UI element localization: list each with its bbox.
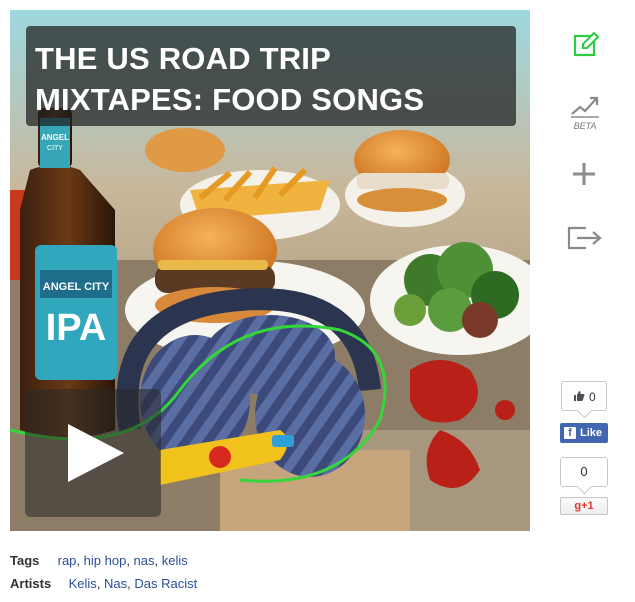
export-icon[interactable]	[566, 224, 604, 252]
artists-row: Artists Kelis, Nas, Das Racist	[10, 576, 198, 591]
tag-link[interactable]: nas	[134, 553, 155, 568]
gplus-button[interactable]: g+1	[560, 497, 608, 515]
svg-text:CITY: CITY	[47, 145, 63, 152]
tags-row: Tags rap, hip hop, nas, kelis	[10, 553, 188, 568]
tag-link[interactable]: kelis	[162, 553, 188, 568]
facebook-count-value: 0	[589, 390, 596, 404]
artist-link[interactable]: Nas	[104, 576, 127, 591]
title-overlay: THE US ROAD TRIP MIXTAPES: FOOD SONGS	[26, 26, 516, 126]
mixtape-cover[interactable]: ANGEL CITY ANGEL CITY IPA THE US ROAD TR…	[10, 10, 530, 531]
tags-label: Tags	[10, 553, 40, 568]
facebook-like-button[interactable]: f Like	[560, 423, 608, 443]
svg-text:ANGEL: ANGEL	[41, 133, 69, 142]
title-line-1: THE US ROAD TRIP	[35, 41, 331, 76]
thumbs-up-icon	[574, 391, 585, 401]
gplus-count: 0	[560, 457, 608, 495]
svg-text:ANGEL CITY: ANGEL CITY	[43, 281, 110, 293]
facebook-icon: f	[564, 427, 576, 439]
play-icon	[68, 424, 124, 482]
gplus-count-value: 0	[580, 464, 588, 479]
trending-chart-icon[interactable]	[570, 94, 600, 120]
play-button[interactable]	[25, 389, 161, 517]
tag-link[interactable]: hip hop	[84, 553, 127, 568]
facebook-like-label: Like	[580, 427, 603, 439]
beta-label: BETA	[573, 121, 597, 131]
facebook-like-count: 0	[561, 381, 607, 419]
artist-link[interactable]: Kelis	[69, 576, 97, 591]
title-line-2: MIXTAPES: FOOD SONGS	[35, 82, 425, 117]
artists-label: Artists	[10, 576, 52, 591]
plus-icon[interactable]	[571, 161, 597, 187]
artist-link[interactable]: Das Racist	[134, 576, 197, 591]
edit-icon[interactable]	[572, 30, 600, 58]
tag-link[interactable]: rap	[58, 553, 77, 568]
svg-text:IPA: IPA	[46, 307, 107, 349]
